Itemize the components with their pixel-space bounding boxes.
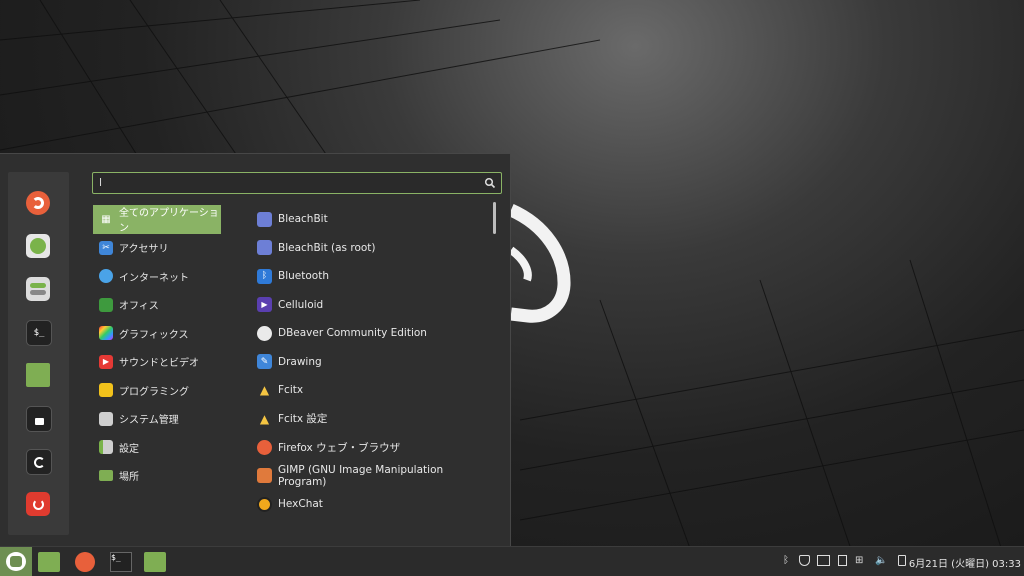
app-firefox[interactable]: Firefox ウェブ・ブラウザ — [257, 433, 487, 462]
app-dbeaver[interactable]: DBeaver Community Edition — [257, 319, 487, 348]
office-icon — [99, 297, 113, 312]
cloud-icon — [99, 269, 113, 284]
taskbar-panel: $_ ᛒ ⊞ 🔈 6月21日 (火曜日) 03:33 — [0, 546, 1024, 576]
search-text: l — [99, 176, 103, 189]
favorites-bar: $_ — [8, 172, 69, 535]
settings-icon — [99, 440, 113, 455]
category-graphics[interactable]: グラフィックス — [93, 319, 221, 348]
battery-tray-icon[interactable] — [898, 555, 906, 566]
category-internet[interactable]: インターネット — [93, 262, 221, 291]
scissors-icon: ✂ — [99, 240, 113, 255]
application-menu: $_ l ▦ 全てのアプリケーション ✂ アクセサリ インターネット オフィス … — [0, 153, 511, 546]
system-icon — [99, 411, 113, 426]
terminal-launcher-icon[interactable]: $_ — [110, 552, 132, 572]
gimp-icon — [257, 468, 272, 484]
bluetooth-icon: ᛒ — [257, 268, 272, 284]
keyboard-tray-icon[interactable] — [817, 555, 830, 566]
terminal-icon[interactable]: $_ — [26, 320, 52, 346]
menu-button[interactable] — [0, 547, 32, 576]
app-hexchat[interactable]: HexChat — [257, 490, 487, 519]
folder-icon[interactable] — [26, 363, 50, 387]
software-manager-icon[interactable] — [26, 234, 50, 258]
app-drawing[interactable]: ✎ Drawing — [257, 348, 487, 377]
bluetooth-tray-icon[interactable]: ᛒ — [783, 555, 794, 566]
category-all-applications[interactable]: ▦ 全てのアプリケーション — [93, 205, 221, 234]
grid-icon: ▦ — [101, 213, 111, 225]
firefox-icon — [257, 439, 272, 455]
graphics-icon — [99, 326, 113, 341]
application-list: BleachBit BleachBit (as root) ᛒ Bluetoot… — [257, 205, 487, 519]
fcitx-icon: ▲ — [259, 383, 270, 398]
category-places[interactable]: 場所 — [93, 462, 221, 491]
programming-icon — [99, 383, 113, 398]
mint-logo-outline — [508, 204, 571, 323]
celluloid-icon: ▶ — [257, 297, 272, 313]
volume-tray-icon[interactable]: 🔈 — [875, 555, 887, 566]
app-bleachbit[interactable]: BleachBit — [257, 205, 487, 234]
search-icon — [484, 177, 496, 189]
category-accessories[interactable]: ✂ アクセサリ — [93, 234, 221, 263]
bleachbit-root-icon — [257, 240, 272, 256]
firefox-icon[interactable] — [26, 191, 50, 215]
clipboard-tray-icon[interactable] — [838, 555, 847, 566]
shield-tray-icon[interactable] — [799, 555, 810, 566]
dbeaver-icon — [257, 325, 272, 341]
app-list-scrollbar[interactable] — [493, 202, 496, 234]
folder-icon — [99, 470, 113, 482]
app-fcitx[interactable]: ▲ Fcitx — [257, 376, 487, 405]
category-settings[interactable]: 設定 — [93, 433, 221, 462]
files-launcher-icon[interactable] — [38, 552, 60, 572]
settings-toggle-icon[interactable] — [26, 277, 50, 301]
clock[interactable]: 6月21日 (火曜日) 03:33 — [909, 555, 1021, 570]
category-sound-video[interactable]: ▶ サウンドとビデオ — [93, 348, 221, 377]
folder-launcher-icon[interactable] — [144, 552, 166, 572]
category-list: ▦ 全てのアプリケーション ✂ アクセサリ インターネット オフィス グラフィッ… — [93, 205, 243, 490]
app-bleachbit-root[interactable]: BleachBit (as root) — [257, 234, 487, 263]
fcitx-settings-icon: ▲ — [259, 411, 270, 426]
hexchat-icon — [257, 496, 272, 512]
category-system-admin[interactable]: システム管理 — [93, 405, 221, 434]
firefox-launcher-icon[interactable] — [75, 552, 95, 572]
search-input[interactable]: l — [92, 172, 502, 194]
app-fcitx-settings[interactable]: ▲ Fcitx 設定 — [257, 405, 487, 434]
category-office[interactable]: オフィス — [93, 291, 221, 320]
play-icon: ▶ — [99, 354, 113, 369]
app-celluloid[interactable]: ▶ Celluloid — [257, 291, 487, 320]
app-gimp[interactable]: GIMP (GNU Image Manipulation Program) — [257, 462, 487, 491]
power-icon[interactable] — [26, 492, 50, 516]
bleachbit-icon — [257, 211, 272, 227]
category-programming[interactable]: プログラミング — [93, 376, 221, 405]
logout-icon[interactable] — [26, 449, 52, 475]
network-tray-icon[interactable]: ⊞ — [855, 555, 866, 566]
lock-icon[interactable] — [26, 406, 52, 432]
drawing-icon: ✎ — [257, 354, 272, 370]
app-bluetooth[interactable]: ᛒ Bluetooth — [257, 262, 487, 291]
